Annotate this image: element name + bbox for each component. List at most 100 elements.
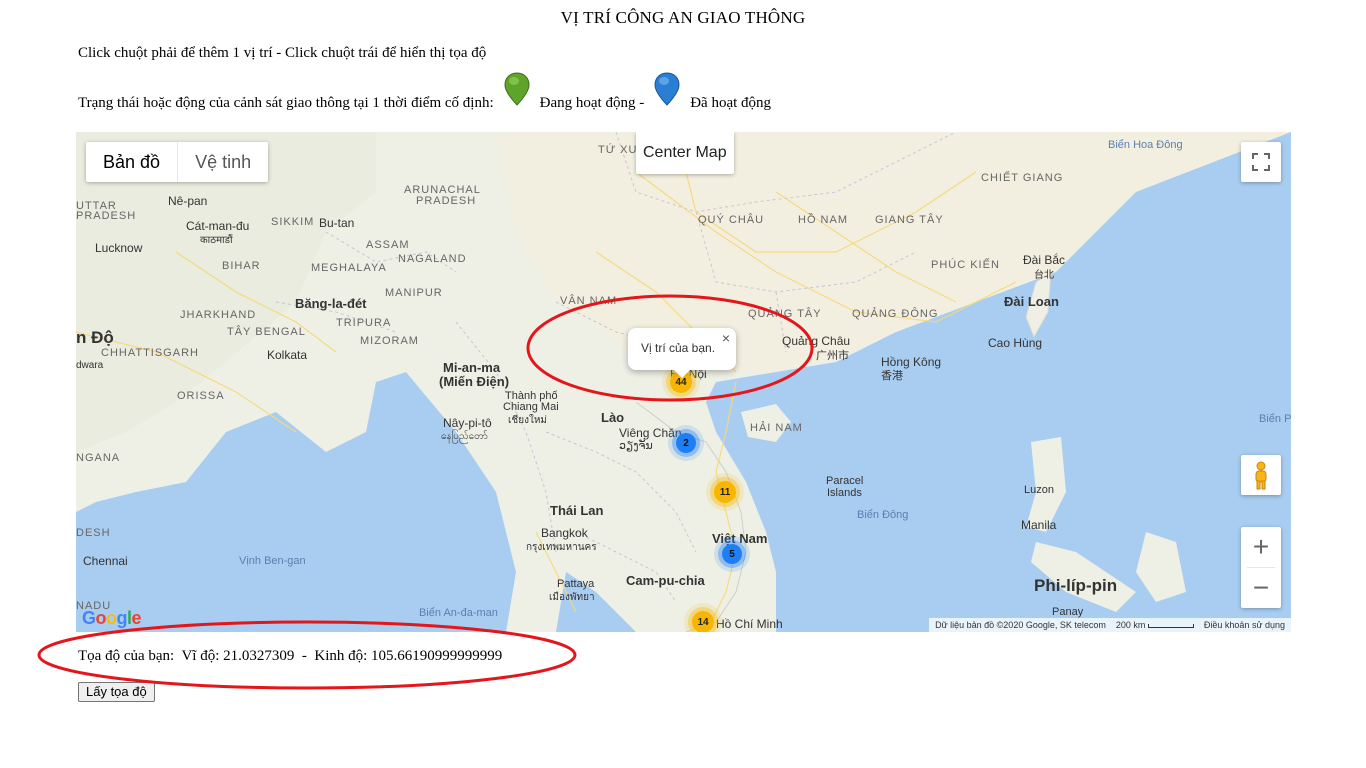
marker-cluster[interactable]: 11 [714, 481, 736, 503]
map-label: เมืองพัทยา [549, 592, 595, 603]
map-label: Biển Đông [857, 509, 909, 521]
map-label: Bu-tan [319, 216, 355, 230]
map-label: Chennai [83, 554, 128, 568]
infowindow-tail [674, 370, 690, 378]
zoom-out-button[interactable]: − [1241, 568, 1281, 608]
map-label: MEGHALAYA [311, 262, 387, 274]
map-label: QUẢNG ĐÔNG [852, 308, 939, 320]
map-label: TRIPURA [336, 317, 392, 329]
map-label: Pattaya [557, 578, 595, 590]
map-label: NAGALAND [398, 253, 467, 265]
pegman-icon [1255, 461, 1267, 490]
map-label: Việt Nam [712, 531, 768, 546]
lat-value: 21.0327309 [223, 648, 295, 664]
map-label: กรุงเทพมหานคร [526, 542, 597, 553]
map-label: n Độ [76, 328, 114, 347]
map-label: PRADESH [416, 195, 477, 207]
map-label: Mi-an-ma [443, 360, 501, 375]
zoom-in-button[interactable]: + [1241, 527, 1281, 567]
map-label: CHIẾT GIANG [981, 172, 1064, 184]
map-label: Vịnh Ben-gan [239, 555, 306, 567]
map-label: BIHAR [222, 260, 261, 272]
map-label: dwara [76, 360, 104, 371]
google-map[interactable]: TỨ XUYÊN Biển Hoa Đông CHIẾT GIANG Nê-pa… [76, 132, 1291, 632]
map-label: Băng-la-đét [295, 296, 367, 311]
status-legend: Trạng thái hoặc động của cảnh sát giao t… [78, 72, 772, 114]
close-icon[interactable]: × [722, 330, 730, 346]
map-label: PRADESH [76, 210, 137, 222]
map-type-map-button[interactable]: Bản đồ [86, 142, 179, 182]
map-scale[interactable]: 200 km [1116, 620, 1194, 630]
map-label: Biển Hoa Đông [1108, 139, 1183, 151]
map-type-control: Bản đồ Vệ tinh [86, 142, 269, 182]
fullscreen-icon [1252, 153, 1270, 171]
map-label: PHÚC KIẾN [931, 259, 1000, 271]
map-label: 台北 [1034, 270, 1054, 281]
map-label: 广州市 [816, 350, 849, 362]
green-marker-icon [504, 72, 530, 106]
map-label: Cao Hùng [988, 336, 1043, 350]
blue-marker-icon [654, 72, 680, 106]
center-map-button[interactable]: Center Map [636, 132, 734, 174]
terms-link[interactable]: Điều khoản sử dụng [1204, 620, 1285, 630]
map-label: 香港 [881, 370, 903, 382]
get-coordinates-button[interactable]: Lấy tọa độ [78, 682, 155, 702]
lng-label: Kinh độ: [314, 648, 368, 664]
street-view-button[interactable] [1241, 455, 1281, 495]
map-label: Nê-pan [168, 194, 208, 208]
map-label: काठमाडौं [200, 235, 233, 246]
fullscreen-button[interactable] [1241, 142, 1281, 182]
map-label: GIANG TÂY [875, 214, 944, 226]
map-label: Manila [1021, 518, 1057, 532]
map-label: MANIPUR [385, 287, 443, 299]
map-label: Hồ Chí Minh [716, 617, 783, 631]
lat-label: Vĩ độ: [181, 648, 220, 664]
map-label: Đài Bắc [1023, 253, 1066, 267]
map-label: Viêng Chăn [619, 426, 682, 440]
map-label: (Miến Điện) [439, 374, 510, 389]
map-label: Cam-pu-chia [626, 573, 705, 588]
map-data-attribution[interactable]: Dữ liệu bản đồ ©2020 Google, SK telecom [935, 620, 1106, 630]
map-label: Lào [601, 410, 625, 425]
coordinates-display: Tọa độ của bạn: Vĩ độ: 21.0327309 - Kinh… [78, 648, 502, 665]
map-label: Luzon [1024, 484, 1054, 496]
map-label: Đài Loan [1004, 294, 1059, 309]
map-label: Nây-pi-tô [443, 416, 492, 430]
map-label: QUÝ CHÂU [698, 214, 765, 226]
coords-label: Tọa độ của bạn: [78, 648, 175, 664]
map-footer: Dữ liệu bản đồ ©2020 Google, SK telecom … [929, 618, 1291, 632]
marker-cluster[interactable]: 2 [676, 433, 696, 453]
map-label: Islands [827, 487, 862, 499]
lng-value: 105.66190999999999 [371, 648, 503, 664]
map-label: DESH [76, 527, 111, 539]
map-label: Phi-líp-pin [1034, 576, 1118, 595]
marker-cluster[interactable]: 14 [692, 611, 714, 632]
map-label: HỒ NAM [798, 214, 848, 226]
map-label: Biển P [1259, 413, 1291, 425]
legend-prefix: Trạng thái hoặc động của cảnh sát giao t… [78, 94, 494, 111]
map-type-satellite-button[interactable]: Vệ tinh [178, 142, 268, 182]
map-label: ORISSA [177, 390, 225, 402]
marker-cluster[interactable]: 5 [722, 544, 742, 564]
map-label: SIKKIM [271, 216, 315, 228]
map-label: နေပြည်တော် [441, 431, 488, 442]
zoom-control: + − [1241, 527, 1281, 608]
map-label: Panay [1052, 606, 1084, 618]
map-label: Cát-man-đu [186, 219, 250, 233]
map-label: NGANA [76, 452, 121, 464]
page-title: VỊ TRÍ CÔNG AN GIAO THÔNG [560, 8, 806, 27]
map-label: TÂY BENGAL [227, 326, 306, 338]
map-label: JHARKHAND [180, 309, 257, 321]
location-infowindow: Vị trí của bạn. × [628, 328, 736, 378]
map-label: Bangkok [541, 526, 588, 540]
legend-done-label: Đã hoạt động [690, 94, 772, 111]
legend-active-label: Đang hoạt động - [539, 94, 645, 111]
map-label: Kolkata [267, 348, 308, 362]
map-label: ວຽງຈັນ [619, 440, 653, 452]
map-label: QUẢNG TÂY [748, 308, 822, 320]
map-label: HẢI NAM [750, 422, 803, 434]
map-label: Paracel [826, 475, 864, 487]
infowindow-text: Vị trí của bạn. [641, 341, 716, 355]
map-label: Biển An-đa-man [419, 607, 498, 619]
map-label: Quảng Châu [782, 334, 851, 348]
